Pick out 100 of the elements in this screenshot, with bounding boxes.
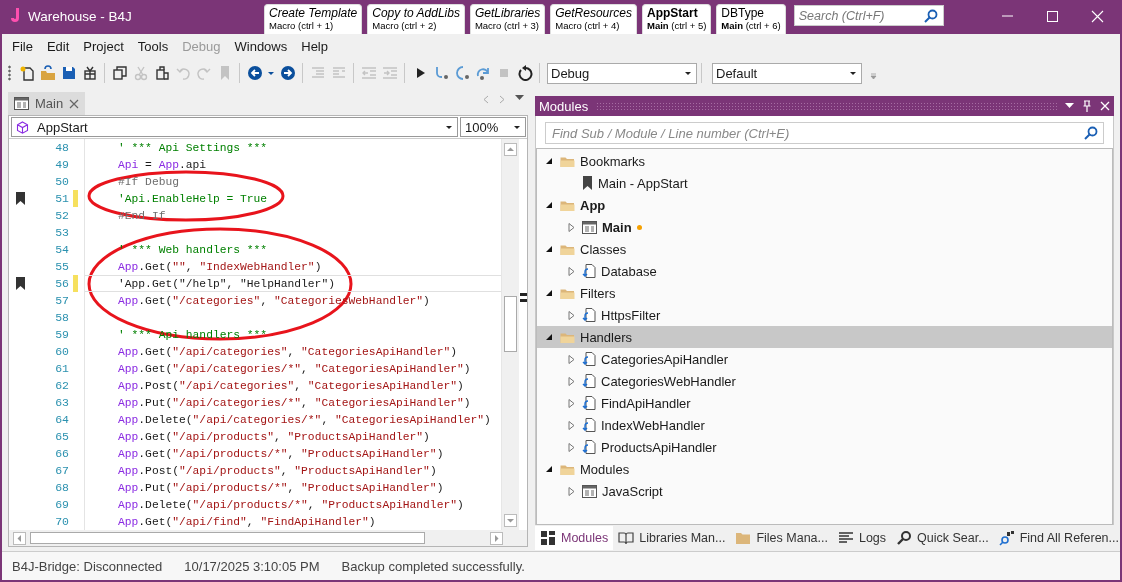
class-file-icon [582, 264, 596, 278]
sub-dropdown[interactable]: AppStart [11, 117, 458, 137]
panel-tab[interactable]: Quick Sear... [891, 526, 994, 550]
save-icon[interactable] [60, 65, 77, 81]
expand-triangle-icon[interactable] [566, 441, 576, 453]
menu-item[interactable]: Edit [38, 38, 76, 54]
macro-tab[interactable]: Copy to AddLibs Macro (ctrl + 2) [367, 4, 465, 34]
module-icon [582, 484, 597, 498]
line-number: 67 [54, 464, 70, 477]
step-out-icon[interactable] [474, 65, 491, 81]
class-file-icon [582, 352, 596, 366]
line-number: 68 [54, 481, 70, 494]
search-field[interactable]: Search (Ctrl+F) [793, 5, 944, 26]
tree-item[interactable]: HttpsFilter [601, 307, 661, 323]
macro-tab[interactable]: AppStart Main (ctrl + 5) [641, 4, 712, 34]
expand-triangle-icon[interactable] [566, 221, 576, 233]
tree-item[interactable]: IndexWebHandler [601, 417, 705, 433]
dropdown-caret-icon [684, 69, 692, 77]
menu-item[interactable]: Project [75, 38, 130, 54]
line-number: 57 [54, 294, 70, 307]
dropdown-caret-icon[interactable] [515, 95, 524, 101]
tree-item[interactable]: ProductsApiHandler [601, 439, 717, 455]
open-folder-icon[interactable] [39, 65, 56, 81]
search-icon [923, 9, 938, 23]
search-icon [1084, 126, 1098, 140]
menu-item[interactable]: Tools [129, 38, 175, 54]
toolbar-grip[interactable] [8, 65, 11, 81]
expand-triangle-icon[interactable] [566, 397, 576, 409]
tree-folder-row[interactable]: Handlers [537, 326, 1112, 348]
panel-tab[interactable]: Find All Referen... [993, 526, 1122, 550]
copy-icon[interactable] [111, 65, 128, 81]
bookmark-marker [520, 298, 527, 302]
layout-dropdown[interactable]: Default [712, 62, 862, 84]
cube-icon [16, 120, 29, 134]
magnifier-icon [896, 530, 913, 546]
class-file-icon [582, 440, 596, 454]
dropdown-caret-icon [849, 69, 857, 77]
tree-folder-row[interactable]: Classes [537, 238, 1112, 260]
line-number: 56 [54, 277, 70, 290]
panel-tab[interactable]: Libraries Man... [613, 526, 731, 550]
macro-tab[interactable]: GetResources Macro (ctrl + 4) [550, 4, 637, 34]
close-icon[interactable] [69, 98, 80, 109]
book-icon [618, 530, 635, 546]
macro-tab[interactable]: DBType Main (ctrl + 6) [716, 4, 786, 34]
tree-item[interactable]: Database [601, 263, 657, 279]
search-field[interactable]: Find Sub / Module / Line number (Ctrl+E) [545, 122, 1104, 144]
build-config-dropdown[interactable]: Debug [547, 62, 697, 84]
dropdown-caret-icon[interactable] [1065, 103, 1074, 109]
line-number: 69 [54, 498, 70, 511]
tree-item[interactable]: JavaScript [602, 483, 663, 499]
paste-icon[interactable] [153, 65, 170, 81]
status-text: Backup completed successfully. [341, 558, 525, 574]
class-file-icon [582, 396, 596, 410]
scroll-thumb[interactable] [30, 532, 425, 544]
line-number: 54 [54, 243, 70, 256]
tree-item[interactable]: Main - AppStart [598, 175, 688, 191]
expand-triangle-icon[interactable] [566, 375, 576, 387]
panel-tab[interactable]: Logs [832, 526, 892, 550]
tree-item[interactable]: CategoriesWebHandler [601, 373, 736, 389]
tree-folder-row[interactable]: Filters [537, 282, 1112, 304]
macro-tab[interactable]: GetLibraries Macro (ctrl + 3) [469, 4, 546, 34]
new-file-icon[interactable] [18, 65, 35, 81]
scroll-right-icon[interactable] [490, 531, 503, 545]
toolbar-overflow-icon[interactable] [870, 72, 877, 80]
tree-folder-row[interactable]: App [537, 194, 1112, 216]
pin-icon[interactable] [1082, 100, 1092, 112]
menu-item[interactable]: Help [293, 38, 334, 54]
tree-folder-row[interactable]: Bookmarks [537, 150, 1112, 172]
line-number: 49 [54, 158, 70, 171]
expand-triangle-icon[interactable] [566, 309, 576, 321]
panel-tab[interactable]: Modules [535, 526, 614, 550]
macro-tab[interactable]: Create Template Macro (ctrl + 1) [264, 4, 363, 34]
line-number: 63 [54, 396, 70, 409]
expand-triangle-icon[interactable] [566, 353, 576, 365]
tree-folder-row[interactable]: Modules [537, 458, 1112, 480]
package-icon[interactable] [81, 65, 98, 81]
editor-tab[interactable]: Main [8, 92, 86, 115]
tree-item[interactable]: CategoriesApiHandler [601, 351, 729, 367]
scroll-up-icon[interactable] [504, 143, 517, 156]
scroll-down-icon[interactable] [504, 514, 517, 527]
menu-item[interactable]: File [4, 38, 39, 54]
zoom-dropdown[interactable]: 100% [460, 117, 526, 137]
panel-tab[interactable]: Files Mana... [730, 526, 833, 550]
line-number: 60 [54, 345, 70, 358]
scroll-left-icon[interactable] [13, 531, 26, 545]
step-over-icon[interactable] [453, 65, 470, 81]
scroll-left-icon[interactable] [483, 95, 489, 104]
tree-item[interactable]: FindApiHandler [601, 395, 691, 411]
scroll-right-icon[interactable] [499, 95, 505, 104]
maximize-icon[interactable] [1046, 9, 1059, 23]
expand-triangle-icon[interactable] [566, 419, 576, 431]
tree-item[interactable]: Main [602, 219, 632, 235]
menu-item[interactable]: Windows [226, 38, 294, 54]
folder-icon [735, 530, 752, 546]
restart-icon[interactable] [516, 65, 533, 81]
module-icon [14, 97, 29, 110]
line-number: 59 [54, 328, 70, 341]
expand-triangle-icon[interactable] [566, 485, 576, 497]
scroll-thumb[interactable] [504, 296, 517, 352]
expand-triangle-icon[interactable] [566, 265, 576, 277]
